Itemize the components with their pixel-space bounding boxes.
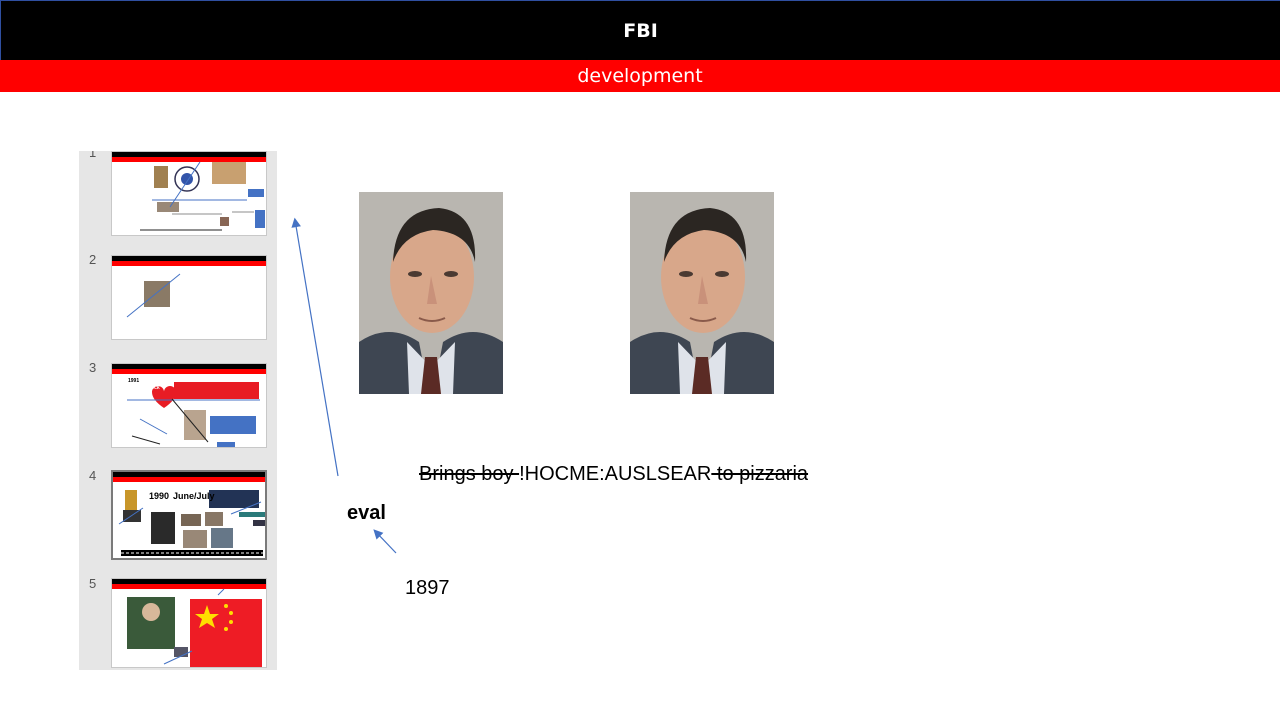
eval-label: eval [347,502,386,524]
thumbnail-number-1: 1 [89,151,97,160]
thumbnail-3-year: 1991 [128,378,140,384]
thumbnail-1-content [140,161,265,231]
highlight-code-text: !HOCME:AUSLSEAR [519,463,712,485]
slide-thumbnail-1[interactable] [111,151,267,236]
title-bar: FBI [0,0,1280,60]
subtitle-bar: development [0,60,1280,92]
thumbnail-number-4: 4 [89,468,97,483]
thumbnail-4-year: 1990 [149,491,170,501]
portrait-right-drawing [630,192,774,394]
strikethrough-text-line: Brings boy !HOCME:AUSLSEAR to pizzaria [419,463,808,486]
thumbnail-4-month: June/July [173,491,215,501]
thumbnail-5-content [127,588,262,667]
slide-thumbnail-2[interactable] [111,255,267,340]
thumbnail-2-content [126,273,181,318]
slide-subtitle: development [577,65,703,87]
portrait-image-left [359,192,503,394]
year-label: 1897 [405,577,450,599]
thumbnail-3-content [127,382,260,447]
slide-thumbnail-3[interactable]: 1991 Lock [111,363,267,448]
arrow-to-thumbnails [291,217,339,477]
slide-thumbnail-5[interactable] [111,578,267,668]
thumbnail-3-heart-label: Lock [148,385,160,391]
thumbnail-number-2: 2 [89,252,97,267]
slide-title: FBI [623,19,658,42]
strikethrough-text-end: to pizzaria [711,463,809,485]
slide-thumbnail-panel[interactable]: 1 2 3 1991 Lock 4 1990 June/July 5 [79,151,277,670]
strikethrough-text-start: Brings boy [419,463,520,485]
slide-thumbnail-4-selected[interactable]: 1990 June/July [111,470,267,560]
arrow-to-eval [373,529,397,554]
thumbnail-number-5: 5 [89,576,97,591]
thumbnail-4-content [118,490,265,556]
portrait-image-right [630,192,774,394]
portrait-left-drawing [359,192,503,394]
thumbnail-number-3: 3 [89,360,97,375]
